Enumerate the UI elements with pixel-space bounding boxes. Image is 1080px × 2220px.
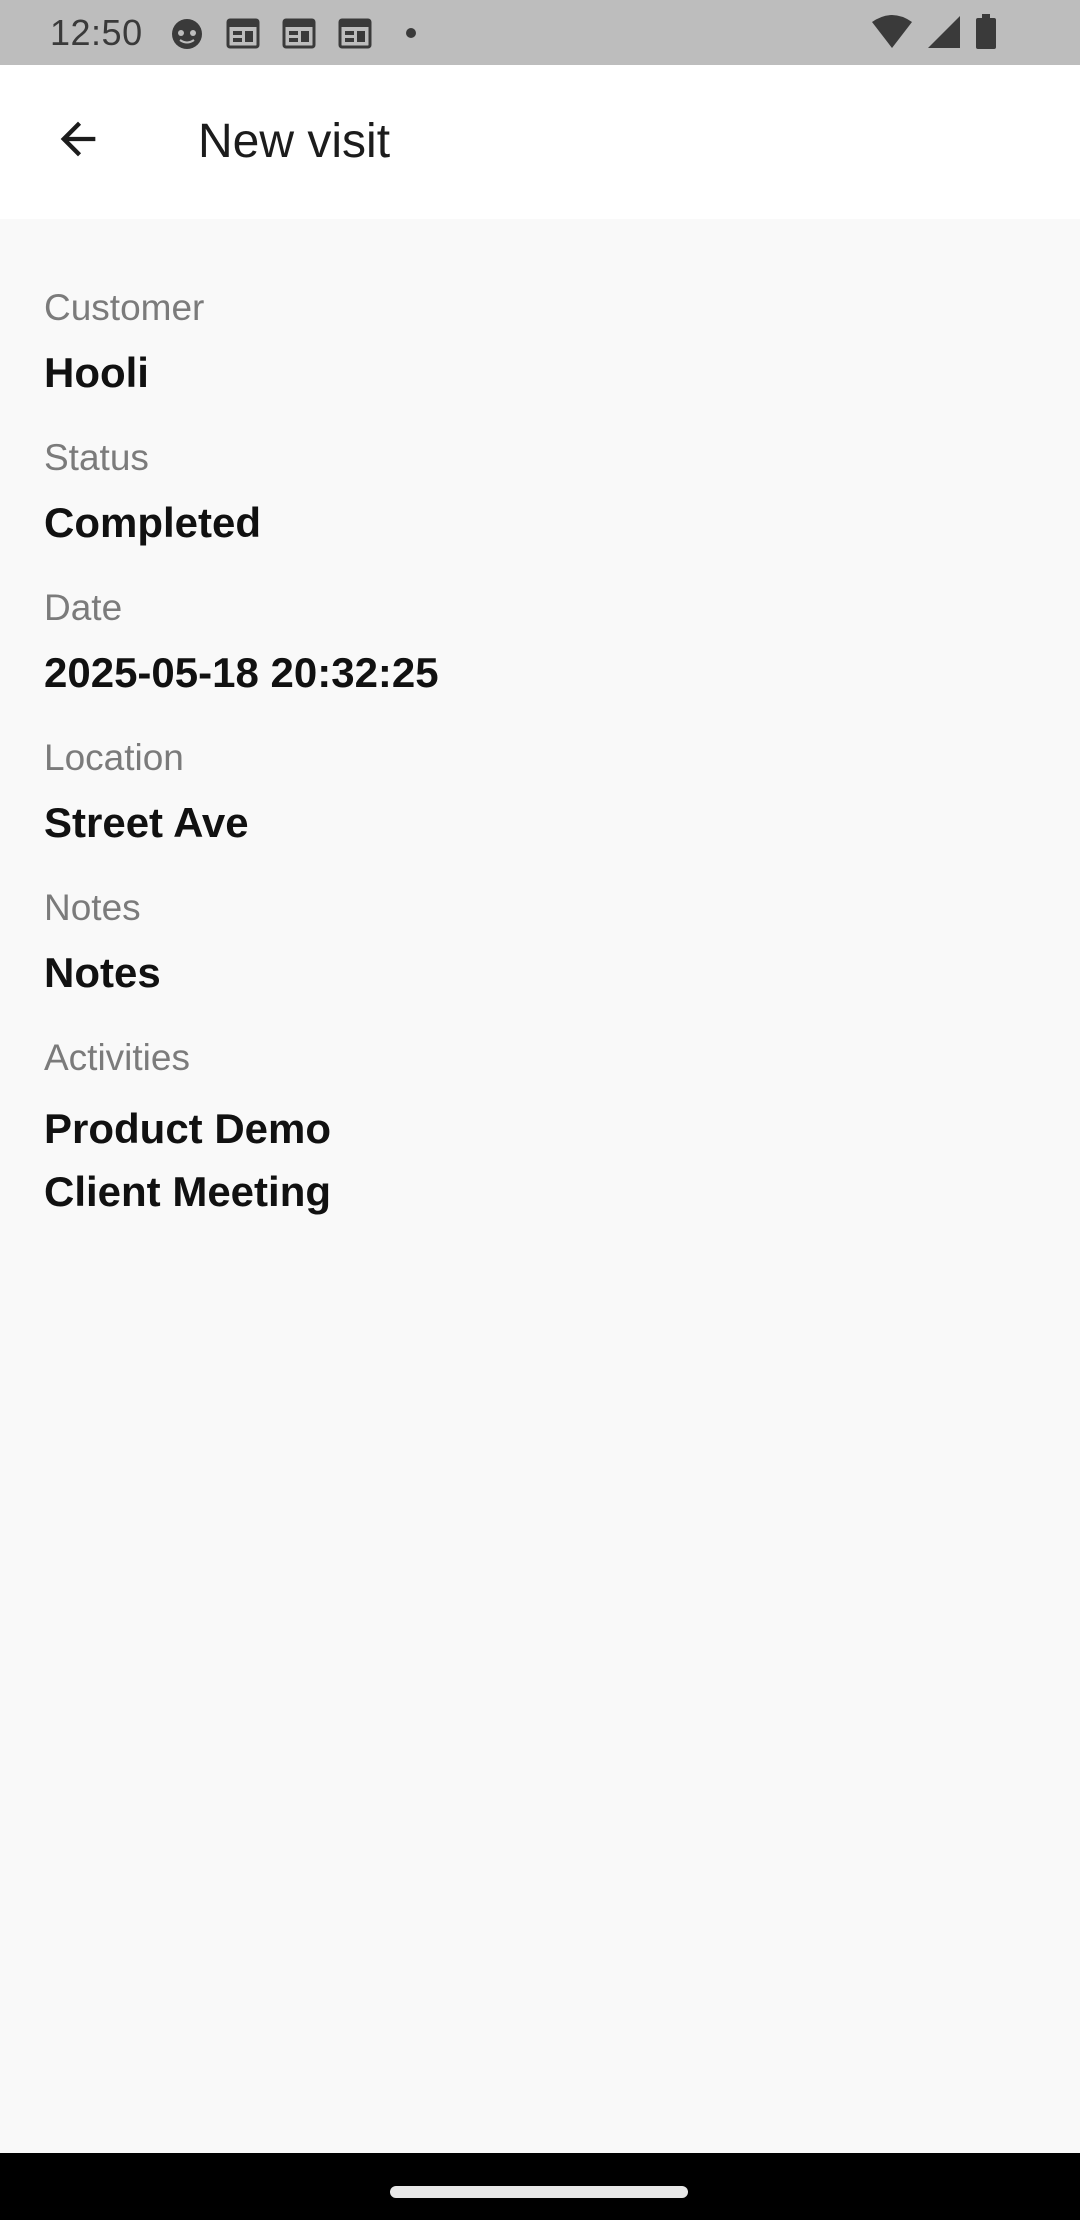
notes-field: Notes Notes <box>44 889 161 994</box>
status-right-icons <box>870 14 1010 50</box>
location-label: Location <box>44 737 184 778</box>
activities-field: Activities Product Demo Client Meeting <box>44 1039 331 1213</box>
app-bar: New visit <box>0 65 1080 219</box>
wifi-icon <box>870 14 914 50</box>
screen: 12:50 New visit Customer Hooli Status Co… <box>0 0 1080 2220</box>
signal-icon <box>926 14 962 50</box>
activity-item: Product Demo <box>44 1105 332 1152</box>
status-field: Status Completed <box>44 439 261 544</box>
dot-icon <box>393 15 429 51</box>
notes-label: Notes <box>44 887 141 928</box>
activity-item: Client Meeting <box>44 1168 332 1215</box>
home-gesture-handle[interactable] <box>390 2186 688 2198</box>
status-time: 12:50 <box>50 11 143 53</box>
location-field: Location Street Ave <box>44 739 249 844</box>
status-value: Completed <box>44 499 262 546</box>
notes-value: Notes <box>44 949 161 996</box>
customer-label: Customer <box>44 287 205 328</box>
customer-field: Customer Hooli <box>44 289 204 394</box>
calendar-icon <box>337 15 373 51</box>
cat-face-icon <box>169 15 205 51</box>
page-title: New visit <box>198 115 391 168</box>
location-value: Street Ave <box>44 799 249 846</box>
status-bar: 12:50 <box>0 0 1080 65</box>
battery-icon <box>974 14 998 50</box>
customer-value: Hooli <box>44 349 149 396</box>
date-field: Date 2025-05-18 20:32:25 <box>44 589 439 694</box>
activities-label: Activities <box>44 1037 190 1078</box>
date-label: Date <box>44 587 123 628</box>
arrow-back-icon <box>60 121 96 157</box>
calendar-icon <box>281 15 317 51</box>
navigation-bar <box>0 2153 1080 2220</box>
status-label: Status <box>44 437 149 478</box>
date-value: 2025-05-18 20:32:25 <box>44 649 439 696</box>
calendar-icon <box>225 15 261 51</box>
back-button[interactable] <box>36 97 120 181</box>
